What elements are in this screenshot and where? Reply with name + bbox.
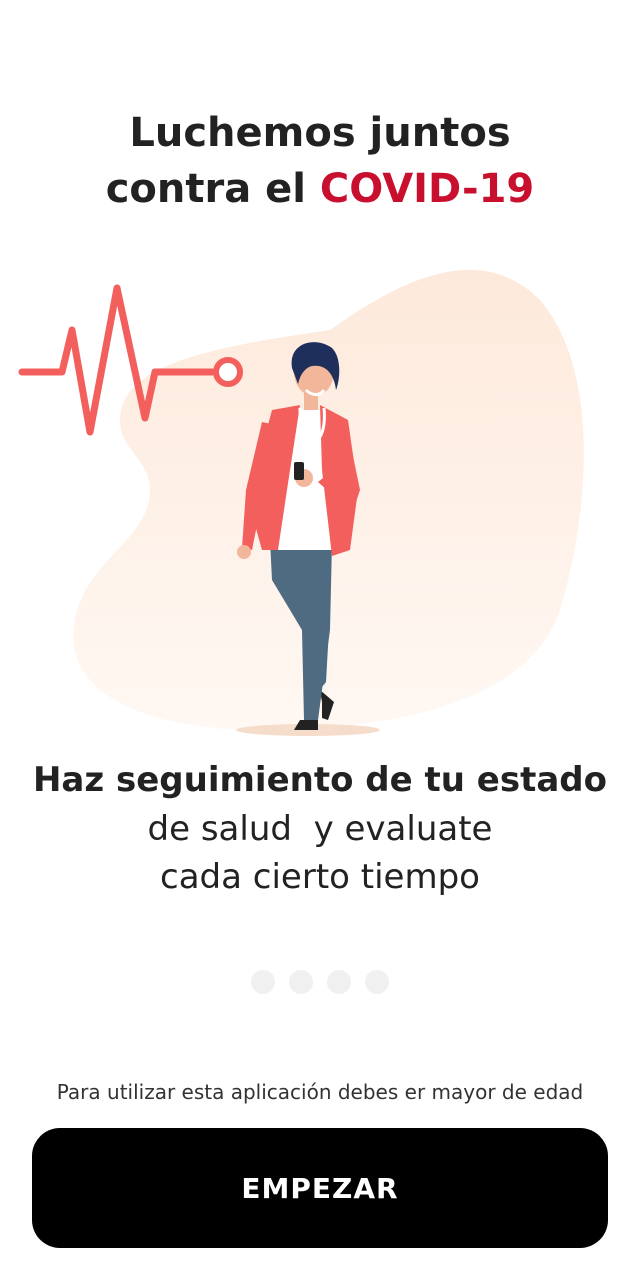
onboarding-description: Haz seguimiento de tu estado de salud y …	[0, 755, 640, 901]
page-dot-1[interactable]	[251, 970, 275, 994]
age-notice: Para utilizar esta aplicación debes er m…	[56, 1080, 584, 1104]
title-line-1: Luchemos juntos	[129, 110, 511, 156]
title-prefix: contra el	[105, 166, 320, 212]
page-indicator	[0, 970, 640, 994]
description-line-2: de salud y evaluate	[147, 809, 493, 849]
title-accent: COVID-19	[319, 166, 535, 212]
page-dot-3[interactable]	[327, 970, 351, 994]
page-dot-2[interactable]	[289, 970, 313, 994]
page-dot-4[interactable]	[365, 970, 389, 994]
page-title: Luchemos juntos contra el COVID-19	[0, 105, 640, 217]
start-button[interactable]: EMPEZAR	[32, 1128, 608, 1248]
walking-person-illustration	[18, 269, 584, 736]
title-line-2: contra el COVID-19	[0, 161, 640, 217]
description-line-3: cada cierto tiempo	[160, 857, 480, 897]
description-headline: Haz seguimiento de tu estado	[32, 760, 608, 800]
onboarding-screen: Luchemos juntos contra el COVID-19 Haz s…	[0, 0, 640, 1280]
